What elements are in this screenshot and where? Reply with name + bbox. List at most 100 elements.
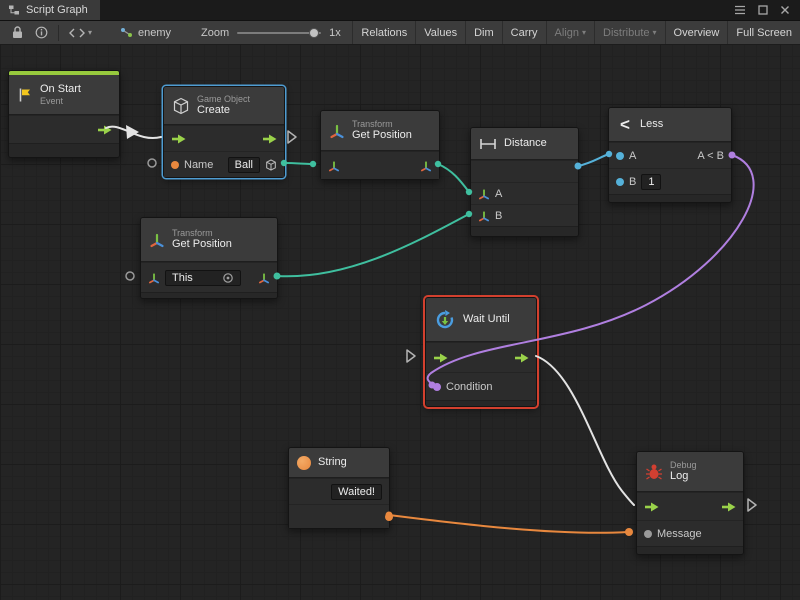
string-value-row: Waited!: [289, 478, 389, 504]
vector-input-row-b: B: [471, 204, 578, 226]
zoom-slider-handle[interactable]: [309, 28, 319, 38]
flow-input-port[interactable]: [433, 353, 448, 363]
info-icon[interactable]: [29, 21, 54, 44]
flow-output-port[interactable]: [721, 502, 736, 512]
string-input-port[interactable]: [171, 161, 179, 169]
vector-port-icon[interactable]: [478, 210, 490, 222]
node-get-position-1[interactable]: TransformGet Position: [320, 110, 440, 180]
wire-waituntil-to-log[interactable]: [536, 356, 634, 505]
node-footer: [9, 143, 119, 157]
lock-icon[interactable]: [6, 21, 29, 44]
full-screen-button[interactable]: Full Screen: [727, 21, 800, 44]
game-object-output-icon[interactable]: [265, 159, 277, 171]
graph-toolbar: ▾ enemy Zoom 1x Relations Values Dim Car…: [0, 21, 800, 45]
node-header: DebugLog: [637, 452, 743, 492]
node-debug-log[interactable]: DebugLog Message: [636, 451, 744, 555]
flow-input-port[interactable]: [171, 134, 186, 144]
node-string-literal[interactable]: String Waited!: [288, 447, 390, 529]
node-title: Get Position: [172, 238, 232, 251]
carry-button[interactable]: Carry: [502, 21, 546, 44]
transform-input-port-icon[interactable]: [328, 160, 340, 172]
vector-output-port-icon[interactable]: [420, 160, 432, 172]
tab-script-graph[interactable]: Script Graph: [0, 0, 100, 20]
target-dropdown[interactable]: This: [165, 270, 241, 286]
transform-input-port-icon[interactable]: [148, 272, 160, 284]
graph-tab-icon: [8, 4, 20, 16]
overview-button[interactable]: Overview: [665, 21, 728, 44]
node-category: Debug: [670, 460, 697, 470]
code-view-icon[interactable]: ▾: [63, 21, 98, 44]
unconnected-port-circle[interactable]: [126, 272, 134, 280]
flow-direction-triangle-icon: [288, 131, 296, 143]
window-close-icon[interactable]: [780, 5, 790, 15]
flow-port-row: [164, 125, 284, 151]
distribute-button[interactable]: Distribute▾: [594, 21, 664, 44]
flow-direction-triangle-icon: [407, 350, 415, 362]
vector-port-icon[interactable]: [478, 188, 490, 200]
zoom-slider[interactable]: [237, 32, 321, 34]
values-button[interactable]: Values: [415, 21, 465, 44]
node-title: Get Position: [352, 129, 412, 142]
unconnected-port-circle[interactable]: [148, 159, 156, 167]
float-input-port[interactable]: [616, 178, 624, 186]
transform-axes-icon: [149, 232, 165, 248]
dim-button[interactable]: Dim: [465, 21, 502, 44]
port-label: Name: [184, 159, 213, 171]
message-input-port[interactable]: [644, 530, 652, 538]
node-less[interactable]: < Less A A < B B 1: [608, 107, 732, 203]
node-create-game-object[interactable]: Game ObjectCreate Name Ball: [163, 86, 285, 178]
node-subtitle: Event: [40, 96, 81, 106]
window-maximize-icon[interactable]: [758, 5, 768, 15]
wire-getposition2-to-distance-b[interactable]: [277, 214, 469, 276]
transform-axes-icon: [329, 123, 345, 139]
name-value-field[interactable]: Ball: [228, 157, 260, 173]
align-caret-icon: ▾: [582, 29, 586, 37]
node-title: Distance: [504, 137, 547, 150]
flow-input-port[interactable]: [644, 502, 659, 512]
wire-distance-to-less[interactable]: [578, 154, 609, 166]
node-header: TransformGet Position: [321, 111, 439, 151]
zoom-control: Zoom 1x: [201, 27, 341, 39]
string-output-port[interactable]: [385, 513, 393, 521]
wire-arrowhead-icon: [126, 125, 139, 139]
name-port-row: Name Ball: [164, 151, 284, 177]
b-value-field[interactable]: 1: [641, 174, 661, 190]
node-wait-until[interactable]: Wait Until Condition: [425, 297, 537, 407]
graph-breadcrumb[interactable]: enemy: [120, 27, 171, 39]
target-picker-icon[interactable]: [222, 272, 234, 284]
node-title: On Start: [40, 83, 81, 96]
graph-canvas[interactable]: On StartEvent Game ObjectCreate Name Bal…: [0, 44, 800, 600]
node-title: String: [318, 456, 347, 469]
input-row-b: B 1: [609, 168, 731, 194]
flow-output-port[interactable]: [514, 353, 529, 363]
window-menu-icon[interactable]: [734, 5, 746, 15]
vector-output-port-icon[interactable]: [258, 272, 270, 284]
relations-button[interactable]: Relations: [352, 21, 415, 44]
node-get-position-2[interactable]: TransformGet Position This: [140, 217, 278, 299]
title-bar: Script Graph: [0, 0, 800, 21]
flow-output-port[interactable]: [97, 125, 112, 135]
input-row-a: A A < B: [609, 142, 731, 168]
port-dot[interactable]: [625, 528, 633, 536]
float-input-port[interactable]: [616, 152, 624, 160]
node-on-start-event[interactable]: On StartEvent: [8, 70, 120, 158]
flag-icon: [17, 87, 33, 103]
boolean-input-port[interactable]: [433, 383, 441, 391]
port-dot[interactable]: [310, 161, 316, 167]
node-header: < Less: [609, 108, 731, 142]
wire-create-to-getposition[interactable]: [284, 163, 312, 164]
align-button[interactable]: Align▾: [546, 21, 594, 44]
node-distance[interactable]: Distance A B: [470, 127, 579, 237]
node-header: On StartEvent: [9, 75, 119, 115]
node-title: Wait Until: [463, 313, 510, 326]
string-value-field[interactable]: Waited!: [331, 484, 382, 500]
wire-getposition-to-distance-a[interactable]: [438, 164, 469, 192]
flow-output-port[interactable]: [262, 134, 277, 144]
port-label: B: [495, 210, 502, 222]
zoom-value: 1x: [329, 27, 341, 39]
node-footer: [426, 400, 536, 406]
node-header: TransformGet Position: [141, 218, 277, 262]
wire-string-to-log-message[interactable]: [389, 515, 628, 533]
port-label: Condition: [446, 381, 492, 393]
port-label: A: [629, 150, 636, 162]
